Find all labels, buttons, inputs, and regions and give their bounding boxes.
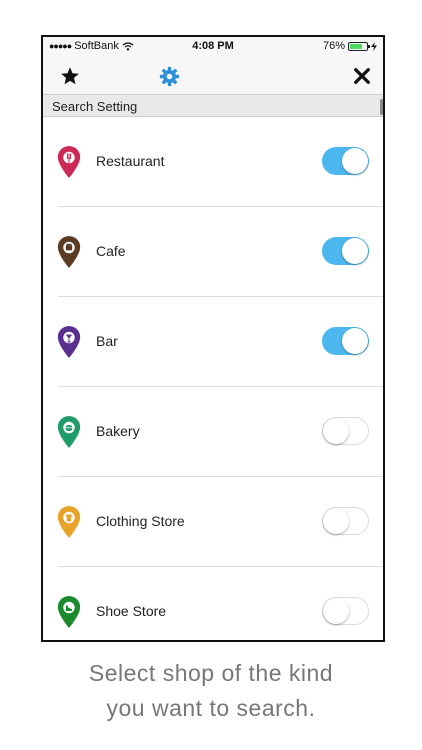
category-row-bar: Bar <box>43 297 383 387</box>
charging-bolt-icon <box>371 41 377 51</box>
section-header: Search Setting <box>43 94 383 117</box>
phone-frame: ●●●●● SoftBank 4:08 PM 76% Search Settin… <box>41 35 385 642</box>
toggle-knob <box>342 328 368 354</box>
status-bar: ●●●●● SoftBank 4:08 PM 76% <box>43 37 383 56</box>
category-toggle[interactable] <box>322 597 369 625</box>
toggle-knob <box>342 148 368 174</box>
category-row-bakery: Bakery <box>43 387 383 477</box>
navigation-bar <box>43 56 383 94</box>
category-row-clothing-store: Clothing Store <box>43 477 383 567</box>
toggle-knob <box>323 418 349 444</box>
battery-icon <box>348 41 370 51</box>
toggle-knob <box>342 238 368 264</box>
category-list: Restaurant Cafe Bar Bakery Clothing Store Sho… <box>43 117 383 640</box>
battery-status: 76% <box>323 40 377 52</box>
battery-fill <box>350 43 363 49</box>
category-toggle[interactable] <box>322 417 369 445</box>
category-row-shoe-store: Shoe Store <box>43 567 383 640</box>
category-row-restaurant: Restaurant <box>43 117 383 207</box>
shoe-icon <box>57 596 81 628</box>
category-label: Restaurant <box>96 153 165 169</box>
caption-line-2: you want to search. <box>106 695 316 721</box>
category-row-cafe: Cafe <box>43 207 383 297</box>
cocktail-glass-icon <box>57 326 81 358</box>
star-icon[interactable] <box>59 65 81 87</box>
category-toggle[interactable] <box>322 327 369 355</box>
shirt-icon <box>57 506 81 538</box>
category-toggle[interactable] <box>322 147 369 175</box>
category-label: Bar <box>96 333 118 349</box>
scroll-indicator <box>380 99 383 115</box>
toggle-knob <box>323 508 349 534</box>
gear-icon[interactable] <box>158 65 180 87</box>
category-label: Bakery <box>96 423 140 439</box>
coffee-cup-icon <box>57 236 81 268</box>
category-label: Shoe Store <box>96 603 167 619</box>
caption-line-1: Select shop of the kind <box>88 660 334 686</box>
fork-knife-icon <box>57 146 81 178</box>
bread-icon <box>57 416 81 448</box>
battery-percent: 76% <box>322 40 345 52</box>
category-toggle[interactable] <box>322 237 369 265</box>
category-label: Clothing Store <box>96 513 185 529</box>
category-toggle[interactable] <box>322 507 369 535</box>
category-label: Cafe <box>96 243 126 259</box>
toggle-knob <box>323 598 349 624</box>
close-icon[interactable] <box>351 65 373 87</box>
